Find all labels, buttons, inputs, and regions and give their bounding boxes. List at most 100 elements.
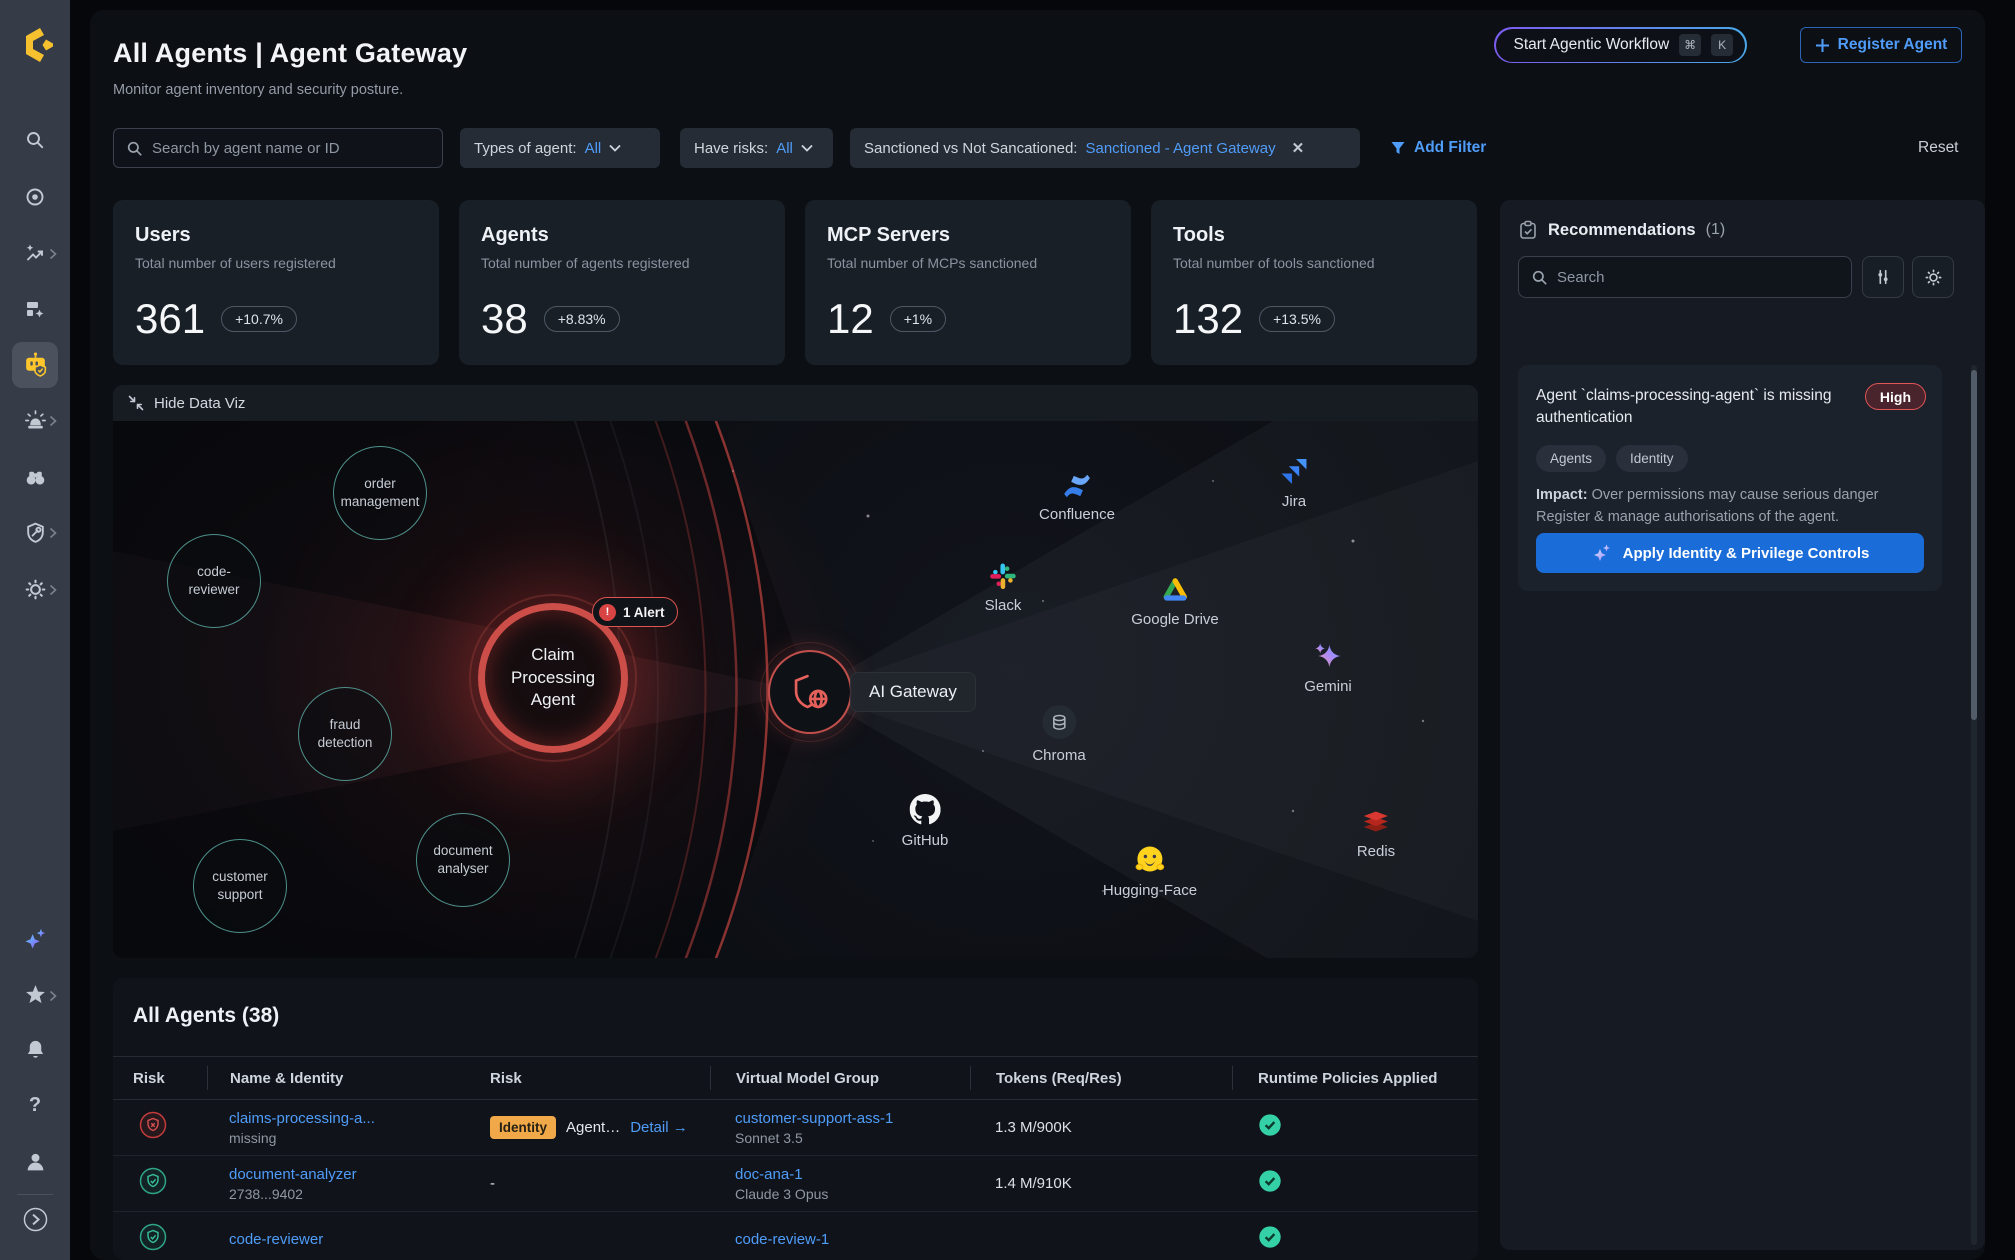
table-row[interactable]: document-analyzer 2738...9402 - doc-ana-…	[113, 1156, 1478, 1212]
apply-identity-controls-button[interactable]: Apply Identity & Privilege Controls	[1536, 533, 1924, 573]
vmg-link[interactable]: doc-ana-1	[735, 1166, 970, 1183]
stat-subtitle: Total number of agents registered	[481, 255, 763, 271]
stat-value: 38	[481, 295, 528, 343]
filter-have-risks[interactable]: Have risks: All	[680, 128, 833, 168]
gear-icon	[24, 578, 47, 601]
target-icon	[24, 186, 46, 208]
col-virtual-model-group: Virtual Model Group	[710, 1066, 970, 1090]
sidebar-item-security-tools[interactable]	[0, 521, 70, 544]
agent-search-field[interactable]	[113, 128, 443, 168]
hide-data-viz-toggle[interactable]: Hide Data Viz	[113, 385, 1478, 421]
sidebar-item-ai-assistant[interactable]	[0, 926, 70, 952]
sidebar-item-settings[interactable]	[0, 578, 70, 601]
sidebar-item-profile[interactable]	[0, 1150, 70, 1173]
stat-card-agents: Agents Total number of agents registered…	[459, 200, 785, 365]
recommendations-search-field[interactable]	[1518, 256, 1852, 298]
ai-gateway-node[interactable]	[768, 650, 852, 734]
plus-icon	[1815, 38, 1830, 53]
agent-name-link[interactable]: document-analyzer	[229, 1166, 465, 1183]
vmg-link[interactable]: code-review-1	[735, 1231, 970, 1248]
filter-sanctioned[interactable]: Sanctioned vs Not Sancationed: Sanctione…	[850, 128, 1360, 168]
search-icon	[1531, 269, 1548, 286]
tool-node-google-drive[interactable]: Google Drive	[1131, 576, 1219, 628]
tool-node-github[interactable]: GitHub	[902, 794, 949, 849]
sidebar-item-alerts[interactable]	[0, 409, 70, 432]
agent-name-link[interactable]: claims-processing-a...	[229, 1110, 465, 1127]
sidebar-item-favorites[interactable]	[0, 983, 70, 1006]
alert-icon: !	[599, 604, 616, 621]
detail-link[interactable]: Detail →	[630, 1119, 688, 1136]
risk-alert-shield-icon	[139, 1111, 167, 1139]
agent-node-label: customer support	[204, 868, 276, 903]
table-row[interactable]: claims-processing-a... missing Identity …	[113, 1100, 1478, 1156]
agent-node[interactable]: customer support	[193, 839, 287, 933]
sidebar-item-insights[interactable]	[0, 242, 70, 264]
sidebar-item-notifications[interactable]	[0, 1038, 70, 1061]
tool-node-gemini[interactable]: Gemini	[1304, 641, 1352, 695]
reset-label: Reset	[1918, 139, 1959, 157]
stat-subtitle: Total number of MCPs sanctioned	[827, 255, 1109, 271]
table-row[interactable]: code-reviewer code-review-1	[113, 1212, 1478, 1260]
recommendation-card[interactable]: Agent `claims-processing-agent` is missi…	[1518, 365, 1942, 591]
sidebar-item-catalog[interactable]	[0, 298, 70, 320]
kbd-k: K	[1711, 34, 1733, 56]
start-agentic-workflow-button[interactable]: Start Agentic Workflow ⌘ K	[1494, 27, 1747, 63]
agent-node[interactable]: fraud detection	[298, 687, 392, 781]
agent-node[interactable]: order management	[333, 446, 427, 540]
tool-node-slack[interactable]: Slack	[985, 563, 1022, 614]
vmg-link[interactable]: customer-support-ass-1	[735, 1110, 970, 1127]
filter-types-of-agent[interactable]: Types of agent: All	[460, 128, 660, 168]
scrollbar-track[interactable]	[1971, 365, 1977, 1245]
sidebar-item-agents-active[interactable]	[12, 342, 58, 388]
filter-value: All	[585, 140, 602, 157]
sidebar-item-search[interactable]	[0, 129, 70, 151]
recommendations-filter-button[interactable]	[1862, 256, 1904, 298]
chevron-right-icon	[49, 526, 57, 538]
add-filter-button[interactable]: Add Filter	[1390, 128, 1486, 168]
table-title: All Agents (38)	[133, 1004, 279, 1028]
search-icon	[24, 129, 46, 151]
tool-node-hugging-face[interactable]: Hugging-Face	[1103, 845, 1197, 899]
sidebar-item-discover[interactable]	[0, 186, 70, 208]
ai-gateway-text: AI Gateway	[869, 682, 957, 702]
agent-node[interactable]: code-reviewer	[167, 534, 261, 628]
reset-filters-button[interactable]: Reset	[1918, 128, 1959, 168]
register-agent-button[interactable]: Register Agent	[1800, 27, 1962, 63]
agent-node[interactable]: document analyser	[416, 813, 510, 907]
tool-node-confluence[interactable]: Confluence	[1039, 473, 1115, 523]
recommendations-settings-button[interactable]	[1912, 256, 1954, 298]
data-viz-section: Hide Data Viz	[113, 385, 1478, 958]
col-runtime-policies: Runtime Policies Applied	[1232, 1066, 1478, 1090]
tool-node-chroma[interactable]: Chroma	[1032, 704, 1085, 764]
close-icon[interactable]: ✕	[1292, 139, 1305, 157]
sidebar-divider	[17, 1194, 53, 1195]
table-header: Risk Name & Identity Risk Virtual Model …	[113, 1056, 1478, 1100]
scrollbar-thumb[interactable]	[1971, 370, 1977, 720]
sidebar-item-hunt[interactable]	[0, 466, 70, 489]
runtime-policy-cell	[1232, 1224, 1478, 1255]
alert-badge[interactable]: ! 1 Alert	[592, 597, 678, 627]
sidebar-expand-button[interactable]	[0, 1206, 70, 1233]
tool-label: Gemini	[1304, 678, 1352, 695]
chevron-down-icon	[609, 144, 621, 152]
tool-node-redis[interactable]: Redis	[1357, 809, 1395, 860]
col-risk-icon: Risk	[133, 1066, 207, 1090]
tool-label: Chroma	[1032, 747, 1085, 764]
chroma-icon	[1041, 704, 1077, 740]
check-circle-icon	[1257, 1168, 1283, 1194]
sidebar-item-help[interactable]: ?	[0, 1094, 70, 1117]
expand-icon	[22, 1206, 49, 1233]
tokens-cell: 1.3 M/900K	[970, 1119, 1232, 1136]
agent-name-link[interactable]: code-reviewer	[229, 1231, 465, 1248]
tool-node-jira[interactable]: Jira	[1281, 459, 1308, 510]
agent-robot-icon	[22, 351, 49, 378]
tool-label: Redis	[1357, 843, 1395, 860]
apply-button-label: Apply Identity & Privilege Controls	[1623, 545, 1870, 562]
search-input[interactable]	[152, 140, 430, 157]
ai-gateway-label: AI Gateway	[850, 672, 976, 712]
recommendations-search-input[interactable]	[1557, 269, 1839, 286]
claim-agent-label: Claim Processing Agent	[501, 644, 605, 713]
app-logo[interactable]	[0, 26, 70, 64]
page-subtitle: Monitor agent inventory and security pos…	[113, 82, 403, 98]
stat-title: Tools	[1173, 224, 1455, 247]
